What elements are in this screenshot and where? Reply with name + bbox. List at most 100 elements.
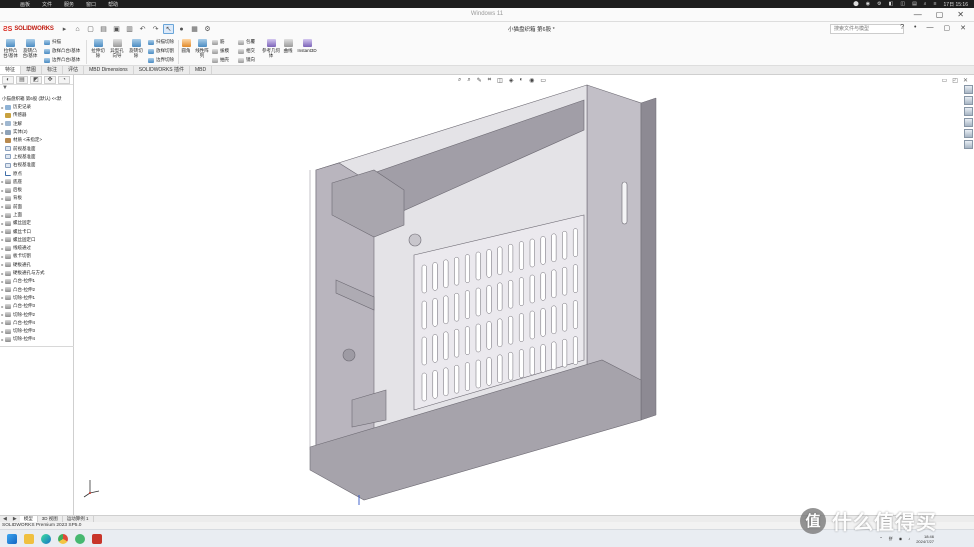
tree-item[interactable]: ▸ 硬板通孔与方式 bbox=[0, 269, 73, 277]
tree-item[interactable]: ▸ 板卡切割 bbox=[0, 252, 73, 260]
zoom-to-fit-icon[interactable]: ⌕ bbox=[458, 77, 461, 84]
rib-button[interactable]: 筋 bbox=[212, 39, 225, 45]
tab-markup[interactable]: 标注 bbox=[42, 66, 64, 74]
tree-root-part[interactable]: 小猫盘织箱 第6股 (默认) <<默 bbox=[0, 94, 73, 103]
sweep-button[interactable]: 扫描 bbox=[44, 39, 61, 45]
status-icon[interactable]: ▤ bbox=[912, 1, 917, 8]
select-cursor-icon[interactable]: ↖ bbox=[163, 24, 174, 34]
network-icon[interactable]: ◉ bbox=[899, 536, 903, 541]
task-pane-home-icon[interactable] bbox=[964, 85, 973, 94]
extrude-boss-button[interactable]: 拉伸凸台/基体 bbox=[3, 39, 18, 58]
solidworks-taskbar-icon[interactable] bbox=[92, 533, 102, 544]
redo-icon[interactable]: ↷ bbox=[150, 24, 161, 34]
dimxpert-tab-icon[interactable]: ✥ bbox=[44, 75, 56, 84]
tree-item[interactable]: 原点 bbox=[0, 169, 73, 177]
search-input[interactable]: 搜索文件与模型 bbox=[830, 24, 904, 34]
tree-item[interactable]: ▸ 切除-拉伸2 bbox=[0, 310, 73, 318]
reference-geometry-button[interactable]: 参考几何体 bbox=[262, 39, 280, 58]
boundary-cut-button[interactable]: 边界切除 bbox=[148, 57, 174, 63]
filter-icon[interactable]: ▼ bbox=[0, 85, 73, 94]
tree-item[interactable]: 前视基准面 bbox=[0, 144, 73, 152]
display-manager-tab-icon[interactable]: ◔ bbox=[58, 75, 70, 84]
tree-item[interactable]: ▸ 螺丝固定 bbox=[0, 219, 73, 227]
extrude-cut-button[interactable]: 拉伸切除 bbox=[90, 39, 106, 58]
viewport-minimize-icon[interactable]: ▭ bbox=[942, 77, 948, 84]
task-pane-palette-icon[interactable] bbox=[964, 129, 973, 138]
minimize-button[interactable]: — bbox=[927, 24, 934, 32]
status-icon[interactable]: ◫ bbox=[900, 1, 905, 8]
tree-item[interactable]: 传感器 bbox=[0, 111, 73, 119]
print-icon[interactable]: ▥ bbox=[124, 24, 135, 34]
edit-appearance-icon[interactable]: ◉ bbox=[529, 77, 534, 84]
task-pane-appearance-icon[interactable] bbox=[964, 140, 973, 149]
os-menu-item-5[interactable]: 帮助 bbox=[102, 1, 124, 8]
home-icon[interactable]: ⌂ bbox=[72, 24, 83, 34]
tree-item[interactable]: ▸ 背板 bbox=[0, 194, 73, 202]
menu-arrow-icon[interactable]: ▸ bbox=[59, 24, 70, 34]
status-icon[interactable]: ◧ bbox=[889, 1, 894, 8]
status-icon[interactable]: ◉ bbox=[866, 1, 870, 8]
tree-item[interactable]: ▸ 切除-拉伸1 bbox=[0, 294, 73, 302]
tree-item[interactable]: ▸ 切除-拉伸4 bbox=[0, 335, 73, 343]
revolve-cut-button[interactable]: 旋转切除 bbox=[128, 39, 144, 58]
task-pane-resources-icon[interactable] bbox=[964, 96, 973, 105]
control-center-icon[interactable]: ≡ bbox=[934, 1, 937, 8]
rebuild-icon[interactable]: ● bbox=[176, 24, 187, 34]
os-menu-item-2[interactable]: 文件 bbox=[36, 1, 58, 8]
tree-item[interactable]: ▸ 上面 bbox=[0, 211, 73, 219]
display-style-icon[interactable]: ◈ bbox=[509, 77, 514, 84]
tree-item[interactable]: ▸ 底座 bbox=[0, 178, 73, 186]
instant3d-button[interactable]: Instant3D bbox=[296, 39, 318, 53]
spotlight-icon[interactable]: ⌕ bbox=[924, 1, 927, 8]
feature-manager-tab-icon[interactable]: ◐ bbox=[2, 75, 14, 84]
volume-icon[interactable]: ♪ bbox=[908, 536, 910, 541]
tree-item[interactable]: ▸ 线缆通过 bbox=[0, 244, 73, 252]
user-icon[interactable]: • bbox=[914, 24, 916, 32]
tree-item[interactable]: ▸ 螺丝固定口 bbox=[0, 236, 73, 244]
close-button[interactable]: ✕ bbox=[960, 24, 966, 32]
property-manager-tab-icon[interactable]: ▤ bbox=[16, 75, 28, 84]
tab-mbd-dimensions[interactable]: MBD Dimensions bbox=[84, 66, 134, 74]
3d-model-view[interactable] bbox=[74, 75, 974, 515]
hide-show-items-icon[interactable]: ◐ bbox=[519, 77, 523, 84]
tree-item[interactable]: ▸ 实体(2) bbox=[0, 128, 73, 136]
tree-item[interactable]: ▸ 凸台-拉伸3 bbox=[0, 302, 73, 310]
mirror-button[interactable]: 镜向 bbox=[238, 57, 255, 63]
wrap-button[interactable]: 包覆 bbox=[238, 39, 255, 45]
edge-browser-icon[interactable] bbox=[41, 533, 51, 544]
view-orientation-icon[interactable]: ◫ bbox=[497, 77, 503, 84]
intersect-button[interactable]: 相交 bbox=[238, 48, 255, 54]
taskbar-clock[interactable]: 18:46 2024/7/27 bbox=[916, 534, 934, 544]
tree-item[interactable]: ▸ 切除-拉伸3 bbox=[0, 327, 73, 335]
tab-solidworks-addins[interactable]: SOLIDWORKS 插件 bbox=[134, 66, 190, 74]
tree-item[interactable]: 材质 <未指定> bbox=[0, 136, 73, 144]
swept-cut-button[interactable]: 扫描切除 bbox=[148, 39, 174, 45]
windows-start-icon[interactable] bbox=[7, 533, 17, 544]
new-file-icon[interactable]: ▢ bbox=[85, 24, 96, 34]
curves-button[interactable]: 曲线 bbox=[282, 39, 294, 53]
view-settings-icon[interactable]: ▭ bbox=[540, 77, 546, 84]
configuration-manager-tab-icon[interactable]: ◩ bbox=[30, 75, 42, 84]
draft-button[interactable]: 拔模 bbox=[212, 48, 229, 54]
tree-item[interactable]: ▸ 凸台-拉伸2 bbox=[0, 286, 73, 294]
task-pane-library-icon[interactable] bbox=[964, 107, 973, 116]
os-menu-item-3[interactable]: 服务 bbox=[58, 1, 80, 8]
shell-button[interactable]: 抽壳 bbox=[212, 57, 229, 63]
tab-mbd[interactable]: MBD bbox=[190, 66, 213, 74]
os-menu-item-4[interactable]: 窗口 bbox=[80, 1, 102, 8]
minimize-button[interactable]: — bbox=[914, 10, 922, 19]
restore-button[interactable]: ▢ bbox=[944, 24, 951, 32]
lofted-cut-button[interactable]: 放样切割 bbox=[148, 48, 174, 54]
status-icon[interactable]: ⚙ bbox=[877, 1, 881, 8]
tree-item[interactable]: ▸ 凸台-拉伸1 bbox=[0, 277, 73, 285]
tree-item[interactable]: ▸ 前面 bbox=[0, 203, 73, 211]
help-icon[interactable]: ? bbox=[900, 24, 904, 32]
tree-item[interactable]: ▸ 硬板通孔 bbox=[0, 261, 73, 269]
previous-view-icon[interactable]: ✎ bbox=[477, 77, 482, 84]
file-properties-icon[interactable]: ▦ bbox=[189, 24, 200, 34]
tree-item[interactable]: 上视基准面 bbox=[0, 153, 73, 161]
tree-item[interactable]: ▸ 螺丝卡口 bbox=[0, 227, 73, 235]
tab-sketch[interactable]: 草图 bbox=[21, 66, 43, 74]
os-menu-item-1[interactable]: 画板 bbox=[14, 1, 36, 8]
section-view-icon[interactable]: ⌗ bbox=[488, 77, 491, 84]
